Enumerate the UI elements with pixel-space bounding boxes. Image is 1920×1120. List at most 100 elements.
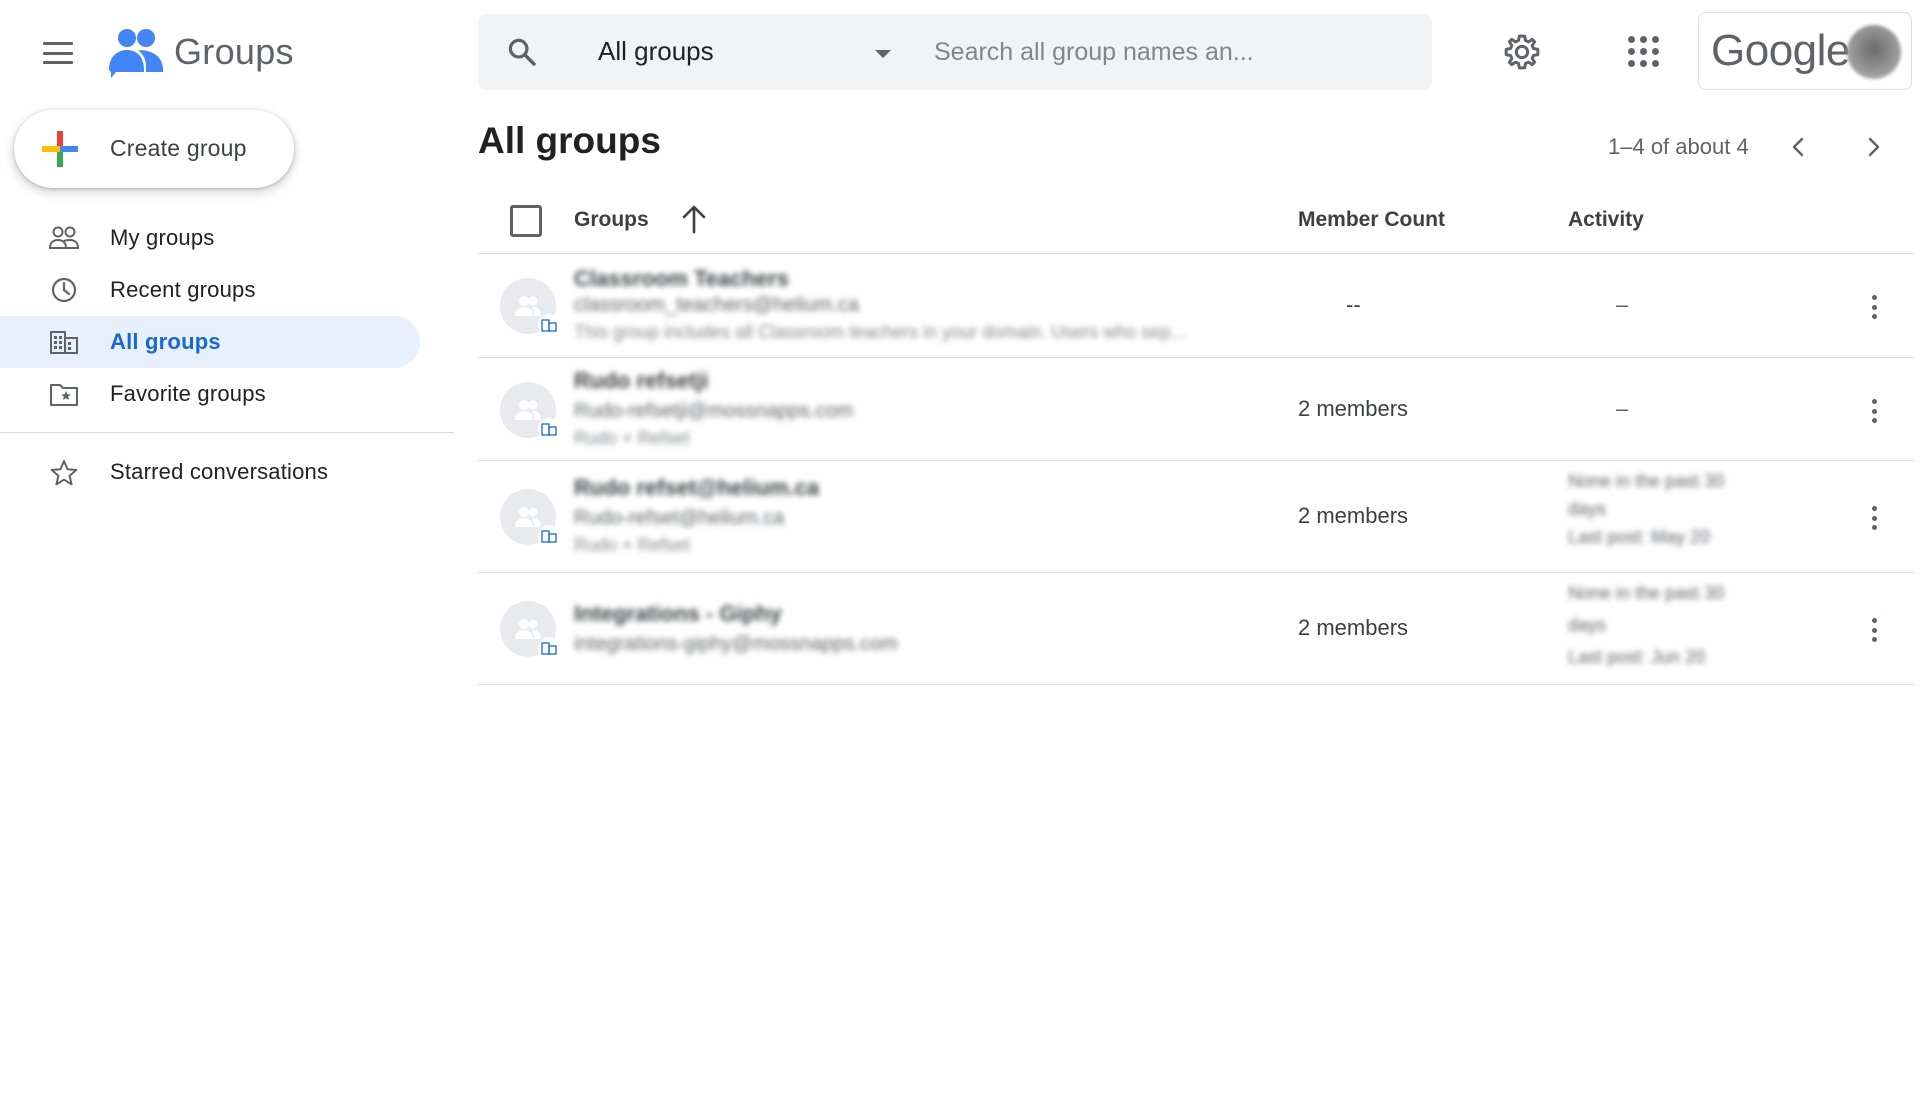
more-options-icon[interactable] bbox=[1862, 613, 1886, 647]
activity-line: Last post: May 20 bbox=[1568, 527, 1711, 547]
group-people-icon bbox=[515, 507, 541, 527]
sidebar-nav: My groups Recent groups All groups Favor… bbox=[0, 212, 420, 420]
activity-line: None in the past 30 bbox=[1568, 583, 1725, 603]
more-options-icon[interactable] bbox=[1862, 501, 1886, 535]
kebab-dot bbox=[1871, 314, 1877, 319]
menu-line bbox=[43, 42, 73, 45]
apps-dot bbox=[1628, 60, 1635, 67]
main-menu-button[interactable] bbox=[40, 38, 76, 68]
clock-icon bbox=[51, 277, 77, 303]
group-avatar bbox=[500, 278, 560, 336]
kebab-dot bbox=[1871, 418, 1877, 423]
more-options-icon[interactable] bbox=[1862, 394, 1886, 428]
member-count: 2 members bbox=[1298, 615, 1409, 640]
apps-dot bbox=[1652, 60, 1659, 67]
member-count: 2 members bbox=[1298, 396, 1409, 421]
activity-line: days bbox=[1568, 499, 1607, 519]
sidebar-item-all-groups[interactable]: All groups bbox=[0, 316, 420, 368]
group-people-icon bbox=[515, 296, 541, 316]
kebab-dot bbox=[1871, 506, 1877, 511]
select-all-checkbox[interactable] bbox=[510, 205, 542, 237]
apps-dot bbox=[1640, 60, 1647, 67]
table-row[interactable]: Integrations - Giphy integrations-giphy@… bbox=[478, 573, 1914, 685]
group-avatar bbox=[500, 601, 560, 659]
group-description: Rudo + Refset bbox=[574, 428, 690, 448]
activity-line: days bbox=[1568, 615, 1607, 635]
star-folder-icon bbox=[50, 384, 78, 406]
groups-people-icon bbox=[109, 29, 163, 78]
sidebar-item-label: All groups bbox=[110, 329, 221, 354]
domain-building-icon bbox=[541, 530, 557, 543]
domain-building-icon bbox=[541, 642, 557, 655]
avatar bbox=[1847, 25, 1901, 79]
group-email: classroom_teachers@helium.ca bbox=[574, 294, 859, 316]
column-header-member-count[interactable]: Member Count bbox=[1298, 208, 1445, 232]
activity-line: Last post: Jun 20 bbox=[1568, 647, 1706, 667]
search-input[interactable] bbox=[934, 28, 1404, 76]
column-header-groups[interactable]: Groups bbox=[574, 208, 649, 232]
sidebar-item-starred-conversations[interactable]: Starred conversations bbox=[0, 446, 420, 498]
sidebar-item-recent-groups[interactable]: Recent groups bbox=[0, 264, 420, 316]
domain-building-icon bbox=[541, 319, 557, 332]
apps-dot bbox=[1628, 36, 1635, 43]
page-title: All groups bbox=[478, 120, 661, 161]
group-avatar bbox=[500, 382, 560, 440]
badge bbox=[538, 525, 560, 547]
group-description: Rudo + Refset bbox=[574, 535, 690, 555]
activity-line: None in the past 30 bbox=[1568, 471, 1725, 491]
chevron-down-icon[interactable] bbox=[875, 50, 891, 58]
kebab-dot bbox=[1871, 637, 1877, 642]
chevron-right-icon[interactable] bbox=[1862, 134, 1886, 160]
group-description: This group includes all Classroom teache… bbox=[574, 322, 1186, 342]
kebab-dot bbox=[1871, 525, 1877, 530]
sidebar-item-label: My groups bbox=[110, 225, 215, 250]
people-icon bbox=[48, 226, 80, 249]
column-header-activity[interactable]: Activity bbox=[1568, 208, 1644, 232]
sidebar-item-my-groups[interactable]: My groups bbox=[0, 212, 420, 264]
create-group-button[interactable]: Create group bbox=[14, 110, 294, 188]
gear-icon[interactable] bbox=[1502, 32, 1542, 72]
google-wordmark: Google bbox=[1711, 26, 1850, 75]
chevron-left-icon[interactable] bbox=[1786, 134, 1810, 160]
group-email: integrations-giphy@mossnapps.com bbox=[574, 633, 898, 655]
building-icon bbox=[50, 331, 78, 354]
groups-table: Groups Member Count Activity Classroom T… bbox=[478, 188, 1914, 685]
badge bbox=[538, 418, 560, 440]
star-icon bbox=[50, 460, 78, 486]
sidebar-item-label: Recent groups bbox=[110, 277, 256, 302]
group-people-icon bbox=[515, 400, 541, 420]
group-name[interactable]: Rudo refsetji bbox=[574, 368, 708, 394]
kebab-dot bbox=[1871, 515, 1877, 521]
arrow-up-icon[interactable] bbox=[678, 202, 710, 236]
more-options-icon[interactable] bbox=[1862, 290, 1886, 324]
kebab-dot bbox=[1871, 399, 1877, 404]
group-email: Rudo-refset@helium.ca bbox=[574, 507, 785, 529]
search-scope-dropdown[interactable]: All groups bbox=[598, 36, 714, 67]
app-name: Groups bbox=[174, 31, 294, 72]
search-bar: All groups bbox=[478, 14, 1432, 90]
account-button[interactable]: Google bbox=[1698, 12, 1912, 90]
member-count: 2 members bbox=[1298, 503, 1409, 528]
apps-dot bbox=[1628, 48, 1635, 55]
table-header: Groups Member Count Activity bbox=[478, 188, 1914, 254]
sidebar-item-favorite-groups[interactable]: Favorite groups bbox=[0, 368, 420, 420]
table-row[interactable]: Rudo refset@helium.ca Rudo-refset@helium… bbox=[478, 461, 1914, 573]
search-icon[interactable] bbox=[506, 36, 538, 68]
kebab-dot bbox=[1871, 304, 1877, 310]
group-name[interactable]: Classroom Teachers bbox=[574, 266, 789, 292]
domain-building-icon bbox=[541, 423, 557, 436]
google-apps-icon[interactable] bbox=[1628, 36, 1660, 68]
plus-icon bbox=[42, 131, 78, 167]
group-name[interactable]: Integrations - Giphy bbox=[574, 601, 782, 627]
table-row[interactable]: Classroom Teachers classroom_teachers@he… bbox=[478, 254, 1914, 358]
sidebar-item-label: Favorite groups bbox=[110, 381, 266, 406]
sidebar-divider bbox=[0, 432, 454, 433]
create-group-label: Create group bbox=[110, 135, 247, 161]
kebab-dot bbox=[1871, 618, 1877, 623]
table-row[interactable]: Rudo refsetji Rudo-refsetji@mossnapps.co… bbox=[478, 358, 1914, 461]
activity-value: – bbox=[1616, 292, 1629, 317]
group-name[interactable]: Rudo refset@helium.ca bbox=[574, 475, 819, 501]
sidebar-item-label: Starred conversations bbox=[110, 459, 329, 484]
groups-logo[interactable]: Groups bbox=[108, 26, 294, 78]
apps-dot bbox=[1640, 36, 1647, 43]
